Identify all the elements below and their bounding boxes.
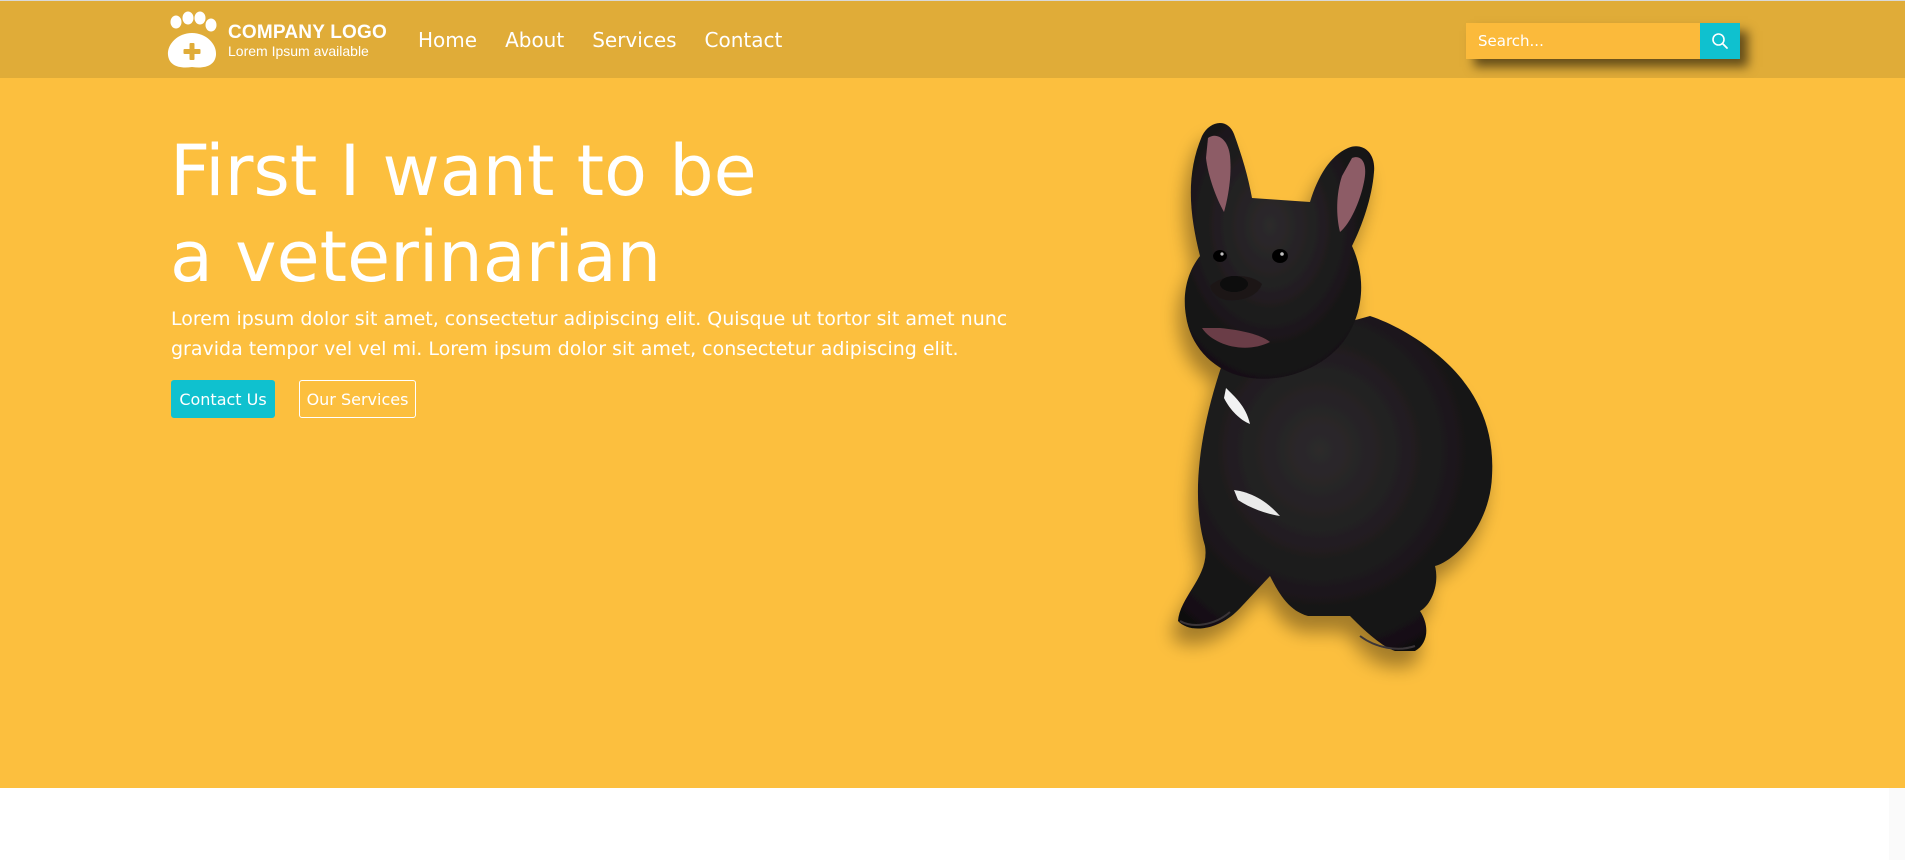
page: COMPANY LOGO Lorem Ipsum available Home …	[0, 0, 1905, 860]
hero-title-line-1: First I want to be	[170, 130, 757, 212]
french-bulldog-image	[1178, 122, 1493, 651]
scrollbar[interactable]	[1889, 788, 1905, 860]
contact-us-button[interactable]: Contact Us	[171, 380, 275, 418]
our-services-button[interactable]: Our Services	[299, 380, 416, 418]
search-icon	[1712, 33, 1728, 49]
nav-contact[interactable]: Contact	[705, 28, 783, 52]
main-nav: Home About Services Contact	[404, 1, 796, 79]
logo-title: COMPANY LOGO	[228, 21, 387, 43]
search-input[interactable]	[1466, 23, 1700, 59]
hero-title-line-2: a veterinarian	[170, 216, 662, 298]
hero-title: First I want to be a veterinarian	[170, 128, 757, 300]
nav-home[interactable]: Home	[418, 28, 477, 52]
logo-subtitle: Lorem Ipsum available	[228, 42, 369, 59]
paw-plus-icon	[167, 11, 217, 68]
logo-text: COMPANY LOGO Lorem Ipsum available	[228, 22, 387, 59]
search-box	[1466, 23, 1740, 59]
hero-section: First I want to be a veterinarian Lorem …	[0, 78, 1905, 788]
hero-description: Lorem ipsum dolor sit amet, consectetur …	[171, 308, 1008, 360]
nav-about[interactable]: About	[505, 28, 564, 52]
company-logo[interactable]: COMPANY LOGO Lorem Ipsum available	[164, 11, 387, 69]
search-button[interactable]	[1700, 23, 1740, 59]
nav-services[interactable]: Services	[592, 28, 676, 52]
header: COMPANY LOGO Lorem Ipsum available Home …	[0, 0, 1905, 78]
